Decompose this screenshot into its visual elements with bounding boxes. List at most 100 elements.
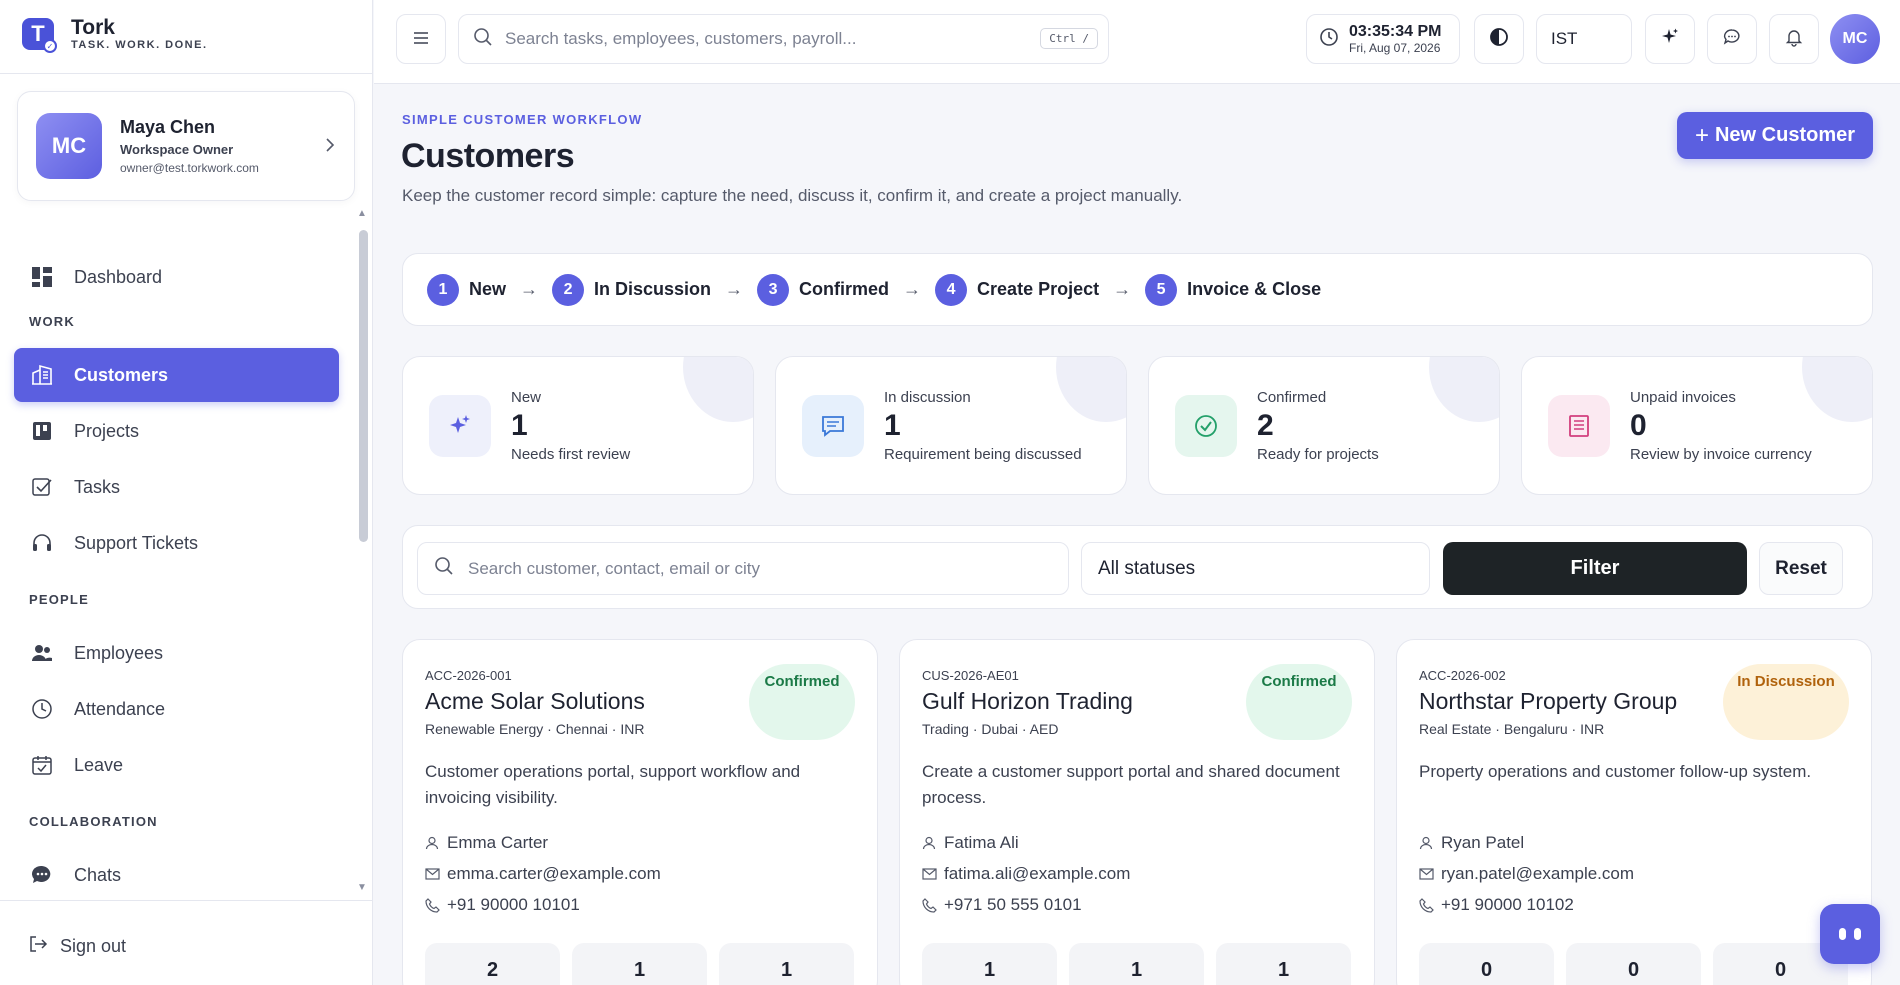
customer-meta: Renewable Energy · Chennai · INR [425,721,645,737]
sidebar-item-dashboard[interactable]: Dashboard [14,250,339,304]
customer-code: ACC-2026-002 [1419,668,1506,683]
sidebar-item-label: Tasks [74,476,121,497]
workflow-steps: 1 New → 2 In Discussion → 3 Confirmed → … [402,253,1873,326]
scroll-down-icon[interactable]: ▼ [357,882,367,893]
messages-button[interactable] [1707,14,1757,64]
brand-logo-icon: T ✓ [22,18,57,53]
contact-phone[interactable]: +91 90000 10102 [1419,895,1574,915]
message-square-icon [802,395,864,457]
step-number: 4 [935,273,968,306]
new-customer-button[interactable]: + New Customer [1677,112,1873,159]
sparkles-icon [429,395,491,457]
workflow-step-invoice-close: 5 Invoice & Close [1145,273,1322,306]
workflow-step-confirmed: 3 Confirmed [757,273,890,306]
ai-assistant-button[interactable] [1645,14,1695,64]
arrow-right-icon: → [520,279,539,299]
global-search-input[interactable] [505,29,1025,49]
user-avatar-button[interactable]: MC [1830,14,1880,64]
customer-name[interactable]: Northstar Property Group [1419,688,1677,715]
customer-code: ACC-2026-001 [425,668,512,683]
stat-value: 0 [1630,409,1647,442]
sidebar-item-label: Support Tickets [74,532,199,553]
sidebar-item-attendance[interactable]: Attendance [14,682,339,736]
contact-email[interactable]: ryan.patel@example.com [1419,864,1634,884]
sign-out-button[interactable]: Sign out [28,934,126,959]
status-badge: In Discussion [1723,664,1849,740]
stats-row: New 1 Needs first review In discussion 1… [402,356,1873,495]
metric-box: 1 [1069,943,1204,985]
page-title: Customers [401,137,575,175]
status-badge: Confirmed [749,664,855,740]
contact-email[interactable]: emma.carter@example.com [425,864,661,884]
sidebar-item-projects[interactable]: Projects [14,404,339,458]
customer-search [417,542,1069,595]
headset-icon [30,531,54,555]
contact-phone[interactable]: +91 90000 10101 [425,895,580,915]
reset-button[interactable]: Reset [1759,542,1843,595]
customer-meta: Real Estate · Bengaluru · INR [1419,721,1605,737]
customer-name[interactable]: Gulf Horizon Trading [922,688,1133,715]
bell-icon [1784,27,1804,52]
contact-email-text: emma.carter@example.com [447,864,661,883]
search-icon [434,556,454,581]
profile-email: owner@test.torkwork.com [120,161,259,175]
sidebar-scrollbar[interactable] [359,230,368,542]
sidebar-nav: Dashboard WORK Customers Projects Tasks [14,250,339,904]
arrow-right-icon: → [725,279,744,299]
stat-value: 1 [511,409,528,442]
profile-card[interactable]: MC Maya Chen Workspace Owner owner@test.… [17,91,355,201]
notifications-button[interactable] [1769,14,1819,64]
check-circle-icon [1175,395,1237,457]
stat-card-unpaid-invoices: Unpaid invoices 0 Review by invoice curr… [1521,356,1873,495]
contact-phone[interactable]: +971 50 555 0101 [922,895,1082,915]
page-description: Keep the customer record simple: capture… [402,186,1183,205]
contact-person: Emma Carter [425,833,548,853]
sidebar-item-tasks[interactable]: Tasks [14,460,339,514]
contact-name: Emma Carter [447,833,549,852]
customer-search-input[interactable] [468,558,1048,579]
customer-card[interactable]: ACC-2026-002 Northstar Property Group Re… [1396,639,1872,985]
stat-subtitle: Requirement being discussed [884,446,1082,463]
global-search: Ctrl / [458,14,1109,64]
chat-bubble-icon [30,863,54,887]
message-icon [1722,27,1742,52]
chatbot-button[interactable] [1820,904,1880,964]
step-number: 3 [757,273,790,306]
sidebar-item-employees[interactable]: Employees [14,626,339,680]
mail-icon [922,868,940,880]
stat-value: 1 [884,409,901,442]
menu-toggle-button[interactable] [396,14,446,64]
timezone-select[interactable]: IST [1536,14,1632,64]
bot-eye-icon [1839,928,1846,940]
sidebar-item-chats[interactable]: Chats [14,848,339,902]
check-square-icon [30,475,54,499]
contact-email-text: fatima.ali@example.com [944,864,1131,883]
check-badge-icon: ✓ [43,39,57,53]
contact-email[interactable]: fatima.ali@example.com [922,864,1130,884]
workflow-step-create-project: 4 Create Project [935,273,1099,306]
customer-card[interactable]: ACC-2026-001 Acme Solar Solutions Renewa… [402,639,878,985]
theme-toggle-button[interactable] [1474,14,1524,64]
bot-eye-icon [1854,928,1861,940]
arrow-right-icon: → [903,279,922,299]
customer-meta: Trading · Dubai · AED [922,721,1059,737]
sidebar-item-support-tickets[interactable]: Support Tickets [14,516,339,570]
mail-icon [425,868,443,880]
customer-card[interactable]: CUS-2026-AE01 Gulf Horizon Trading Tradi… [899,639,1375,985]
step-number: 5 [1145,273,1178,306]
sidebar-item-leave[interactable]: Leave [14,738,339,792]
customer-name[interactable]: Acme Solar Solutions [425,688,645,715]
main-content: SIMPLE CUSTOMER WORKFLOW Customers Keep … [374,85,1900,985]
brand[interactable]: T ✓ Tork TASK. WORK. DONE. [22,17,208,53]
filter-button[interactable]: Filter [1443,542,1747,595]
sidebar-item-customers[interactable]: Customers [14,348,339,402]
building-icon [30,363,54,387]
step-label: Invoice & Close [1187,279,1322,299]
status-select[interactable]: All statuses [1081,542,1430,595]
customer-cards: ACC-2026-001 Acme Solar Solutions Renewa… [402,639,1873,985]
filter-bar: All statuses Filter Reset [402,525,1873,609]
profile-role: Workspace Owner [120,142,234,157]
scroll-up-icon[interactable]: ▲ [357,208,367,219]
customer-description: Create a customer support portal and sha… [922,762,1340,807]
step-label: Confirmed [799,279,890,299]
